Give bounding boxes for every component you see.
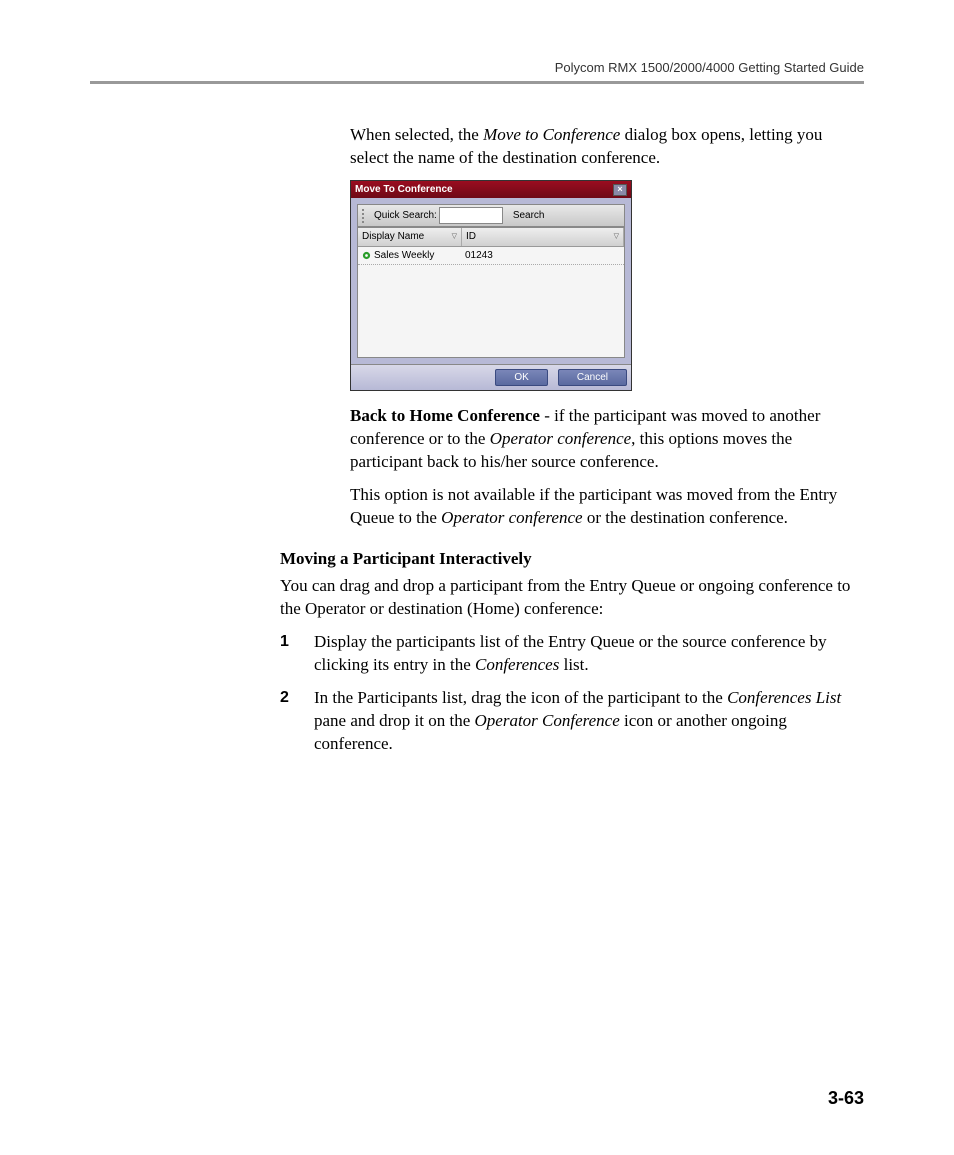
row-name-text: Sales Weekly xyxy=(374,249,434,263)
page-number: 3-63 xyxy=(828,1088,864,1109)
move-to-conference-dialog: Move To Conference × Quick Search: Searc… xyxy=(350,180,632,392)
list-item: 2 In the Participants list, drag the ico… xyxy=(280,687,864,756)
conference-icon xyxy=(362,251,371,260)
step2-b: pane and drop it on the xyxy=(314,711,475,730)
cell-display-name: Sales Weekly xyxy=(358,247,461,265)
step1-b: list. xyxy=(559,655,588,674)
step2-em1: Conferences List xyxy=(727,688,841,707)
back-home-paragraph-1: Back to Home Conference - if the partici… xyxy=(350,405,864,474)
header-rule xyxy=(90,81,864,84)
back-home-p2b: or the destination conference. xyxy=(583,508,788,527)
moving-intro: You can drag and drop a participant from… xyxy=(280,575,864,621)
cell-id: 01243 xyxy=(461,247,624,265)
page-header: Polycom RMX 1500/2000/4000 Getting Start… xyxy=(90,60,864,75)
close-icon[interactable]: × xyxy=(613,184,627,196)
sort-indicator-icon: ▽ xyxy=(452,232,457,241)
step2-a: In the Participants list, drag the icon … xyxy=(314,688,727,707)
steps-list: 1 Display the participants list of the E… xyxy=(280,631,864,756)
step-number: 1 xyxy=(280,631,314,677)
table-row[interactable]: Sales Weekly 01243 xyxy=(358,247,624,266)
step-body: Display the participants list of the Ent… xyxy=(314,631,864,677)
toolbar-grip-icon xyxy=(362,209,368,223)
dialog-titlebar: Move To Conference × xyxy=(351,181,631,199)
intro-paragraph: When selected, the Move to Conference di… xyxy=(350,124,864,170)
ok-button[interactable]: OK xyxy=(495,369,547,387)
quick-search-input[interactable] xyxy=(439,207,503,224)
column-id[interactable]: ID ▽ xyxy=(462,228,624,246)
back-home-paragraph-2: This option is not available if the part… xyxy=(350,484,864,530)
back-home-p1-em: Operator conference xyxy=(490,429,631,448)
step-number: 2 xyxy=(280,687,314,756)
moving-heading: Moving a Participant Interactively xyxy=(280,548,864,571)
back-home-heading: Back to Home Conference xyxy=(350,406,540,425)
intro-text-a: When selected, the xyxy=(350,125,483,144)
search-button[interactable]: Search xyxy=(507,209,551,223)
quick-search-label: Quick Search: xyxy=(374,209,437,223)
step1-em: Conferences xyxy=(475,655,559,674)
column-display-name[interactable]: Display Name ▽ xyxy=(358,228,462,246)
cancel-button[interactable]: Cancel xyxy=(558,369,627,387)
grid-body: Sales Weekly 01243 xyxy=(358,247,624,357)
dialog-title: Move To Conference xyxy=(355,183,453,197)
list-item: 1 Display the participants list of the E… xyxy=(280,631,864,677)
dialog-body: Quick Search: Search Display Name ▽ ID xyxy=(351,198,631,364)
intro-em: Move to Conference xyxy=(483,125,620,144)
step-body: In the Participants list, drag the icon … xyxy=(314,687,864,756)
dialog-button-bar: OK Cancel xyxy=(351,364,631,391)
column-display-name-label: Display Name xyxy=(362,230,424,244)
dialog-toolbar: Quick Search: Search xyxy=(357,204,625,227)
conference-grid: Display Name ▽ ID ▽ xyxy=(357,227,625,358)
sort-indicator-icon: ▽ xyxy=(614,232,619,241)
dialog-screenshot: Move To Conference × Quick Search: Searc… xyxy=(350,180,864,392)
back-home-p2-em: Operator conference xyxy=(441,508,582,527)
step2-em2: Operator Conference xyxy=(475,711,620,730)
grid-header: Display Name ▽ ID ▽ xyxy=(358,228,624,247)
column-id-label: ID xyxy=(466,230,476,244)
